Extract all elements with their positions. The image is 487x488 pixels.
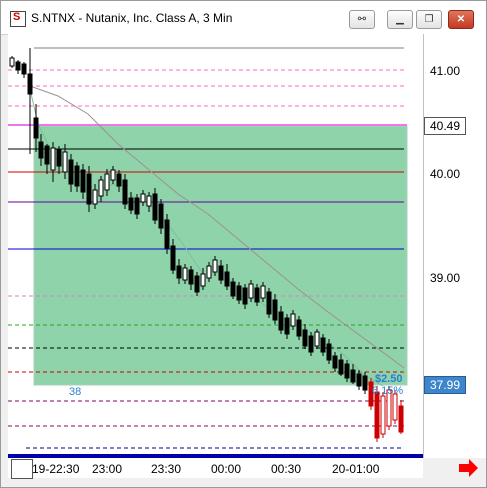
- price-label-41: 41.00: [430, 64, 461, 78]
- chart-app-icon: S: [10, 11, 26, 27]
- candle-body: [224, 271, 230, 287]
- candle-body: [38, 141, 44, 159]
- time-label: 19-22:30: [32, 462, 80, 476]
- candle-body: [146, 195, 152, 207]
- candle-body: [248, 283, 254, 299]
- candle-body: [188, 269, 194, 285]
- candle-body: [164, 219, 170, 249]
- candle-body: [302, 329, 308, 347]
- last-price-box: 37.99: [424, 376, 466, 394]
- candle-body: [398, 405, 404, 433]
- scroll-right-arrow-icon[interactable]: [456, 456, 480, 480]
- candle-body: [308, 335, 314, 353]
- price-label-39: 39.00: [430, 271, 461, 285]
- candle-body: [140, 193, 146, 203]
- candle-body: [152, 193, 158, 221]
- candle-body: [33, 117, 39, 139]
- candle-body: [128, 197, 134, 211]
- candle-body: [206, 265, 212, 279]
- window-title: S.NTNX - Nutanix, Inc. Class A, 3 Min: [31, 11, 233, 25]
- candle-body: [218, 265, 224, 281]
- candle-body: [116, 173, 122, 187]
- candle-body: [392, 393, 398, 421]
- candle-body: [284, 317, 290, 335]
- close-icon[interactable]: ✕: [448, 10, 474, 29]
- candle-body: [254, 287, 260, 303]
- corner-toggle[interactable]: [11, 459, 33, 479]
- time-label: 20-01:00: [332, 462, 380, 476]
- candle-body: [374, 391, 380, 439]
- candle-body: [296, 319, 302, 337]
- measure-dollar-label: $2.50: [375, 373, 403, 385]
- candle-body: [62, 151, 68, 173]
- candle-body: [332, 355, 338, 369]
- price-axis[interactable]: [423, 34, 486, 458]
- candle-body: [50, 147, 56, 171]
- price-label-40: 40.00: [430, 167, 461, 181]
- candle-body: [98, 179, 104, 197]
- candle-body: [68, 159, 74, 185]
- chart-area[interactable]: 40 38 $2.50 6.15%: [8, 34, 423, 458]
- zone-label-bottom: 38: [69, 386, 81, 398]
- candle-body: [80, 169, 86, 193]
- candle-body: [27, 73, 33, 95]
- time-label: 00:00: [211, 462, 242, 476]
- candle-body: [176, 265, 182, 279]
- candle-body: [200, 273, 206, 287]
- candle-body: [86, 173, 92, 205]
- candle-body: [21, 63, 27, 75]
- candle-body: [344, 363, 350, 379]
- candle-body: [326, 343, 332, 361]
- candle-body: [362, 375, 368, 391]
- candle-body: [242, 287, 248, 305]
- candle-body: [230, 281, 236, 297]
- candle-body: [158, 203, 164, 229]
- candle-body: [104, 173, 110, 191]
- candle-body: [92, 189, 98, 205]
- candle-body: [278, 311, 284, 331]
- candle-body: [134, 197, 140, 215]
- candle-body: [56, 149, 62, 167]
- candle-body: [15, 61, 21, 71]
- candle-body: [356, 373, 362, 387]
- time-label: 23:30: [151, 462, 182, 476]
- candle-body: [290, 313, 296, 327]
- trade-zone-rect: [33, 125, 408, 386]
- candle-body: [110, 169, 116, 181]
- candle-body: [194, 275, 200, 293]
- candle-body: [260, 285, 266, 299]
- candle-body: [380, 395, 386, 435]
- candle-body: [74, 165, 80, 187]
- candle-body: [350, 369, 356, 383]
- link-icon[interactable]: ⚯: [349, 10, 375, 29]
- price-chart-svg: 40 38 $2.50 6.15%: [8, 47, 423, 458]
- time-label: 23:00: [92, 462, 123, 476]
- measure-pct-label: 6.15%: [372, 385, 403, 397]
- candle-body: [182, 267, 188, 281]
- time-label: 00:30: [271, 462, 302, 476]
- candle-body: [338, 359, 344, 375]
- candle-body: [122, 179, 128, 205]
- minimize-icon[interactable]: ▁: [387, 10, 413, 29]
- candle-body: [44, 145, 50, 165]
- title-bar[interactable]: S S.NTNX - Nutanix, Inc. Class A, 3 Min …: [1, 1, 486, 35]
- candle-body: [266, 291, 272, 315]
- candle-body: [320, 337, 326, 353]
- zone-label-top: 40: [69, 113, 81, 125]
- current-price-box: 40.49: [424, 117, 466, 135]
- candle-body: [212, 259, 218, 273]
- restore-icon[interactable]: ❐: [416, 10, 442, 29]
- candle-body: [9, 57, 15, 67]
- candle-body: [236, 285, 242, 301]
- candle-body: [170, 245, 176, 271]
- candle-body: [272, 299, 278, 321]
- candle-body: [314, 331, 320, 347]
